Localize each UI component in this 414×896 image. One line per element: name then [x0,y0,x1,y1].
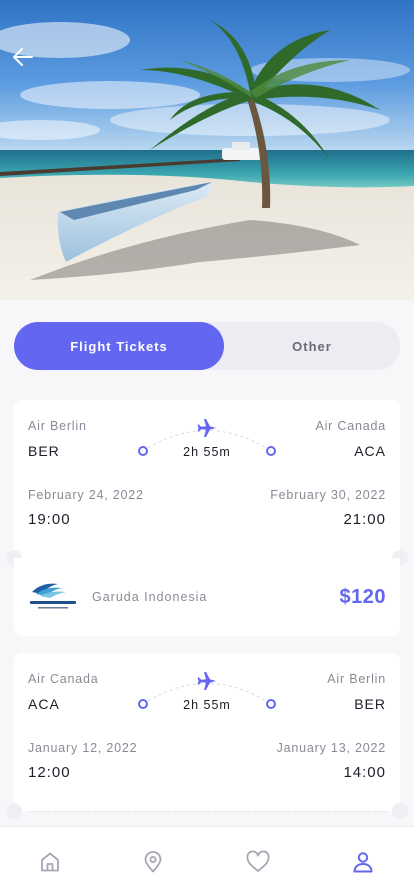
arrival-time: 14:00 [343,764,386,781]
destination-airline: Air Canada [315,419,386,433]
origin-airline: Air Canada [28,672,99,686]
flight-tickets-screen: Flight Tickets Other Air Berlin BER Air … [0,0,414,896]
arrival-time: 21:00 [343,511,386,528]
arrival-date: February 30, 2022 [270,488,386,502]
origin-airline: Air Berlin [28,419,87,433]
tab-flight-tickets[interactable]: Flight Tickets [14,322,224,370]
destination-airline: Air Berlin [327,672,386,686]
nav-explore[interactable] [140,849,166,875]
user-icon [353,852,373,873]
departure-date: February 24, 2022 [28,488,144,502]
airplane-icon [197,419,216,437]
nav-profile[interactable] [350,849,376,875]
nav-home[interactable] [37,849,63,875]
flight-duration: 2h 55m [183,698,231,712]
arrow-left-icon [13,48,33,66]
back-button[interactable] [8,42,38,72]
ticket-notch [392,803,408,819]
departure-time: 19:00 [28,511,71,528]
ticket-price: $120 [339,586,386,608]
carrier-name: Garuda Indonesia [92,590,208,604]
ticket-notch [6,803,22,819]
departure-time: 12:00 [28,764,71,781]
departure-date: January 12, 2022 [28,741,138,755]
garuda-indonesia-logo [30,583,76,609]
tab-other[interactable]: Other [224,322,400,370]
hero-beach-image [0,0,414,300]
ticket-carrier-section: Garuda Indonesia $120 [14,558,400,636]
home-icon [41,852,59,872]
location-pin-icon [144,851,162,873]
ticket-card[interactable]: Air Berlin BER Air Canada ACA 2h 55m Feb… [6,400,408,636]
ticket-route-section: Air Berlin BER Air Canada ACA 2h 55m Feb… [6,400,408,566]
ticket-card[interactable]: Air Canada ACA Air Berlin BER 2h 55m Jan… [6,653,408,819]
nav-favorites[interactable] [245,849,271,875]
heart-icon [246,850,270,872]
ticket-type-tabs: Flight Tickets Other [14,322,400,370]
ticket-route-section: Air Canada ACA Air Berlin BER 2h 55m Jan… [6,653,408,819]
ticket-divider [28,811,386,812]
arrival-date: January 13, 2022 [276,741,386,755]
flight-duration: 2h 55m [183,445,231,459]
bottom-navigation [0,826,414,896]
airplane-icon [197,672,216,690]
